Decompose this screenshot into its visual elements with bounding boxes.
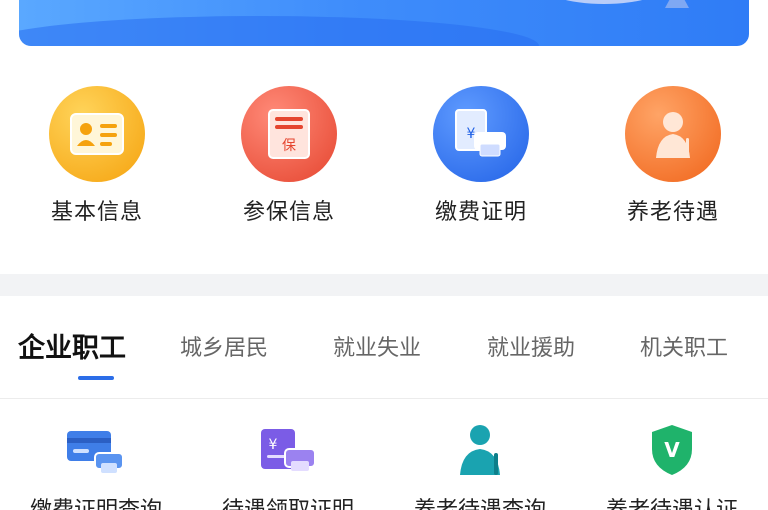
main-services-grid: 基本信息 保 参保信息 ¥ 缴费证明 养老待遇 bbox=[0, 86, 768, 236]
sub-service-pension-query[interactable]: 养老待遇查询 bbox=[384, 420, 576, 510]
svg-text:¥: ¥ bbox=[269, 437, 278, 453]
card-printer-icon bbox=[0, 420, 192, 480]
insurance-document-icon: 保 bbox=[241, 86, 337, 182]
sub-service-benefit-receipt-proof[interactable]: ¥ 待遇领取证明 bbox=[192, 420, 384, 510]
tab-urban-rural-residents[interactable]: 城乡居民 bbox=[180, 330, 268, 362]
tab-enterprise-staff[interactable]: 企业职工 bbox=[18, 326, 126, 365]
service-pension-benefits[interactable]: 养老待遇 bbox=[598, 86, 748, 226]
tab-employment-unemployment[interactable]: 就业失业 bbox=[333, 330, 421, 362]
section-divider bbox=[0, 274, 768, 296]
shield-v-icon: V bbox=[576, 420, 768, 480]
sub-service-label: 养老待遇认证 bbox=[576, 492, 768, 510]
id-card-icon bbox=[49, 86, 145, 182]
service-label: 养老待遇 bbox=[626, 200, 719, 225]
svg-text:V: V bbox=[664, 438, 680, 462]
active-tab-indicator bbox=[78, 376, 114, 380]
sub-service-payment-proof-query[interactable]: 缴费证明查询 bbox=[0, 420, 192, 510]
banner-disc-graphic bbox=[539, 0, 669, 4]
tab-employment-assistance[interactable]: 就业援助 bbox=[487, 330, 575, 362]
tabs-bottom-border bbox=[0, 398, 768, 399]
sub-service-label: 养老待遇查询 bbox=[384, 492, 576, 510]
banner-wave bbox=[19, 16, 539, 46]
top-banner[interactable] bbox=[19, 0, 749, 46]
sub-service-label: 待遇领取证明 bbox=[192, 492, 384, 510]
sub-service-pension-authentication[interactable]: V 养老待遇认证 bbox=[576, 420, 768, 510]
tab-government-staff[interactable]: 机关职工 bbox=[640, 330, 728, 362]
service-label: 参保信息 bbox=[242, 200, 335, 225]
service-label: 基本信息 bbox=[50, 200, 143, 225]
service-label: 缴费证明 bbox=[434, 200, 527, 225]
payment-printer-icon: ¥ bbox=[433, 86, 529, 182]
banner-prism-graphic bbox=[665, 0, 689, 8]
sub-services-grid: 缴费证明查询 ¥ 待遇领取证明 养老待遇查询 bbox=[0, 420, 768, 510]
category-tabs: 企业职工 城乡居民 就业失业 就业援助 机关职工 bbox=[0, 318, 768, 380]
elderly-person-icon bbox=[625, 86, 721, 182]
sub-service-label: 缴费证明查询 bbox=[0, 492, 192, 510]
svg-text:保: 保 bbox=[282, 138, 296, 154]
service-payment-proof[interactable]: ¥ 缴费证明 bbox=[406, 86, 556, 226]
yuan-printer-icon: ¥ bbox=[192, 420, 384, 480]
service-insurance-info[interactable]: 保 参保信息 bbox=[214, 86, 364, 226]
service-basic-info[interactable]: 基本信息 bbox=[22, 86, 172, 226]
elderly-person-icon bbox=[384, 420, 576, 480]
